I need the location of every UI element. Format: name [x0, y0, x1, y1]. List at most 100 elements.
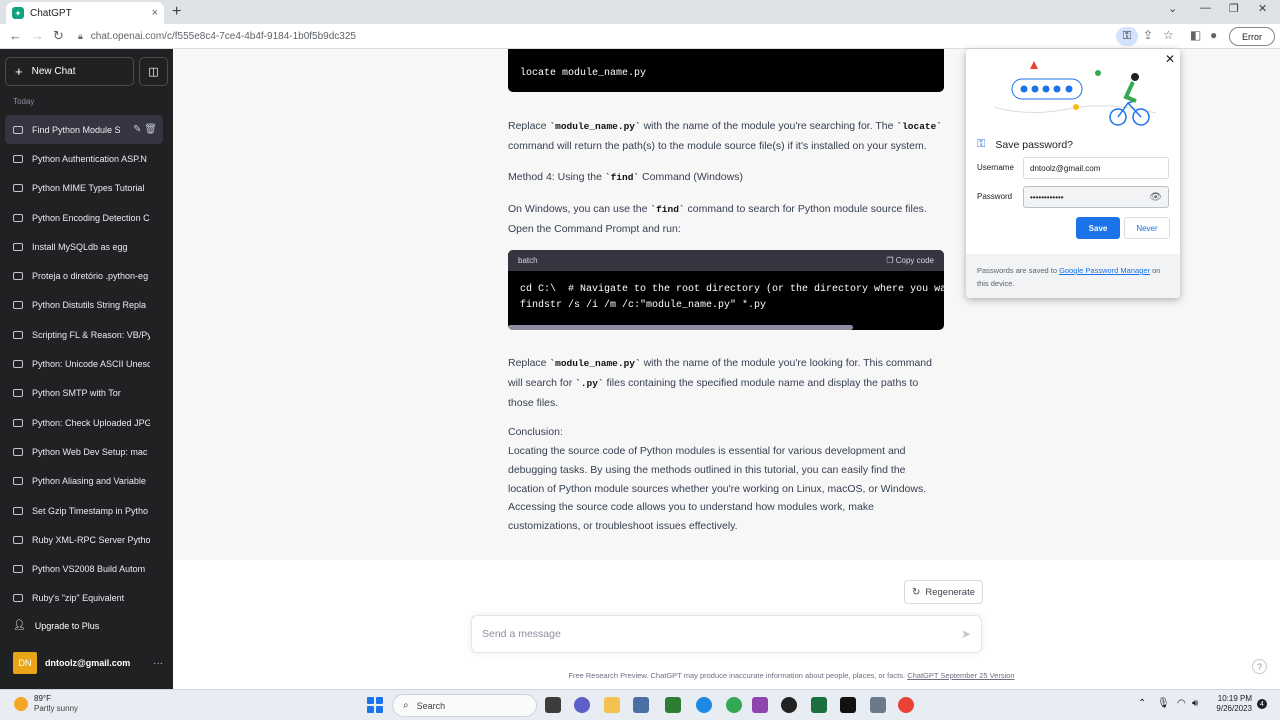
- tab-search-icon[interactable]: ⌄: [1168, 2, 1177, 15]
- forward-icon[interactable]: →: [31, 28, 44, 43]
- new-tab-button[interactable]: +: [172, 3, 181, 21]
- send-icon[interactable]: ➤: [961, 627, 971, 641]
- text: Method 4: Using the: [508, 171, 605, 183]
- profile-icon[interactable]: ●: [1210, 28, 1217, 42]
- bookmark-star-icon[interactable]: ☆: [1163, 28, 1174, 42]
- partly-sunny-icon: [14, 697, 28, 711]
- chat-item[interactable]: Scripting FL & Reason: VB/Py: [5, 320, 163, 349]
- chat-bubble-icon: [13, 447, 23, 456]
- start-button[interactable]: [367, 697, 383, 713]
- chat-item[interactable]: Python Encoding Detection C: [5, 203, 163, 232]
- chat-item[interactable]: Proteja o diretório .python-eg: [5, 261, 163, 290]
- chat-item[interactable]: Install MySQLdb as egg: [5, 232, 163, 261]
- chat-item[interactable]: Python VS2008 Build Autom: [5, 554, 163, 583]
- copy-code-button[interactable]: ❐ Copy code: [886, 256, 934, 265]
- microphone-icon[interactable]: 🎙︎: [1157, 698, 1170, 709]
- chat-bubble-icon: [13, 360, 23, 369]
- chat-item[interactable]: Ruby's "zip" Equivalent: [5, 584, 163, 613]
- notification-badge[interactable]: 4: [1257, 699, 1267, 709]
- chat-item[interactable]: Python: Check Uploaded JPG: [5, 408, 163, 437]
- text: Replace: [508, 357, 550, 369]
- upgrade-label: Upgrade to Plus: [34, 620, 100, 631]
- task-view-icon[interactable]: [545, 697, 561, 713]
- address-bar[interactable]: 🔒︎ chat.openai.com/c/f555e8c4-7ce4-4b4f-…: [72, 26, 1162, 47]
- app-icon[interactable]: [752, 697, 768, 713]
- username-label: Username: [977, 163, 1014, 172]
- chat-bubble-icon: [13, 125, 23, 134]
- paragraph-windows: On Windows, you can use the `find` comma…: [508, 200, 944, 239]
- chat-item[interactable]: Python Web Dev Setup: mac: [5, 437, 163, 466]
- chat-item[interactable]: Ruby XML-RPC Server Pytho: [5, 525, 163, 554]
- photos-app-icon[interactable]: [633, 697, 649, 713]
- message-input[interactable]: [482, 628, 961, 640]
- close-window-icon[interactable]: ✕: [1258, 2, 1267, 15]
- back-icon[interactable]: ←: [9, 28, 22, 43]
- error-button[interactable]: Error: [1229, 27, 1275, 46]
- toggle-sidebar-button[interactable]: ◫: [139, 57, 168, 86]
- terminal-icon[interactable]: [840, 697, 856, 713]
- weather-widget[interactable]: 89°F Partly sunny: [14, 694, 78, 714]
- close-tab-icon[interactable]: ×: [152, 7, 158, 19]
- upgrade-to-plus-button[interactable]: 👤︎ Upgrade to Plus: [13, 620, 99, 631]
- chat-item[interactable]: Python MIME Types Tutorial: [5, 174, 163, 203]
- never-button[interactable]: Never: [1124, 217, 1170, 239]
- file-explorer-icon[interactable]: [604, 697, 620, 713]
- app-icon[interactable]: [870, 697, 886, 713]
- chat-item[interactable]: Python: Unicode ASCII Unesc: [5, 349, 163, 378]
- show-password-eye-icon[interactable]: 👁︎: [1149, 192, 1162, 203]
- password-field[interactable]: •••••••••••• 👁︎: [1023, 186, 1169, 208]
- taskbar-search[interactable]: ⌕ Search: [392, 694, 537, 717]
- chat-item[interactable]: Python SMTP with Tor: [5, 379, 163, 408]
- app-icon[interactable]: [665, 697, 681, 713]
- text: On Windows, you can use the: [508, 203, 651, 215]
- minimize-icon[interactable]: —: [1200, 2, 1211, 14]
- chat-bubble-icon: [13, 594, 23, 603]
- chat-item[interactable]: Set Gzip Timestamp in Pytho: [5, 496, 163, 525]
- account-menu[interactable]: DN dntoolz@gmail.com ···: [13, 652, 163, 674]
- lock-icon: 🔒︎: [78, 31, 83, 41]
- restore-icon[interactable]: ❐: [1229, 2, 1239, 15]
- chat-item-label: Python: Unicode ASCII Unesc: [32, 359, 150, 370]
- teams-chat-icon[interactable]: [574, 697, 590, 713]
- browser-tab[interactable]: ✦ ChatGPT ×: [6, 2, 164, 24]
- save-button[interactable]: Save: [1076, 217, 1120, 239]
- show-hidden-icons-icon[interactable]: ⌃: [1138, 698, 1146, 709]
- paragraph-locate: Replace `module_name.py` with the name o…: [508, 117, 944, 156]
- chat-bubble-icon: [13, 272, 23, 281]
- chat-bubble-icon: [13, 535, 23, 544]
- code-scrollbar[interactable]: [508, 325, 853, 330]
- chat-item[interactable]: Python Authentication ASP.N: [5, 144, 163, 173]
- chrome-icon[interactable]: [898, 697, 914, 713]
- system-clock[interactable]: 10:19 PM 9/26/2023: [1208, 694, 1252, 714]
- chat-item-label: Python Aliasing and Variable: [32, 476, 146, 487]
- save-password-dialog: ✕ ⚿ Save password? Username dntoolz@gmai…: [966, 49, 1180, 298]
- wifi-icon[interactable]: ◠: [1177, 698, 1186, 709]
- more-options-icon[interactable]: ···: [153, 658, 163, 669]
- version-link[interactable]: ChatGPT September 25 Version: [907, 671, 1014, 680]
- chat-item[interactable]: Find Python Module S ✎ 🗑︎: [5, 115, 163, 145]
- reload-icon[interactable]: ↻: [53, 28, 64, 44]
- username-field[interactable]: dntoolz@gmail.com: [1023, 157, 1169, 179]
- sidebar: + New Chat ◫ Today Find Python Module S …: [0, 49, 173, 689]
- chat-item[interactable]: Python Aliasing and Variable: [5, 467, 163, 496]
- chat-bubble-icon: [13, 184, 23, 193]
- edit-delete-icons[interactable]: ✎ 🗑︎: [133, 124, 157, 135]
- conclusion-body: Locating the source code of Python modul…: [508, 445, 927, 533]
- inline-code: `find`: [604, 172, 640, 183]
- chat-item-label: Python Web Dev Setup: mac: [32, 446, 148, 457]
- volume-icon[interactable]: 🔊︎: [1192, 698, 1198, 709]
- app-icon[interactable]: [781, 697, 797, 713]
- password-manager-link[interactable]: Google Password Manager: [1059, 266, 1150, 275]
- chat-item[interactable]: Python Distutils String Repla: [5, 291, 163, 320]
- regenerate-button[interactable]: ↻ Regenerate: [904, 580, 983, 604]
- share-icon[interactable]: ⇪: [1143, 28, 1153, 42]
- chrome-profile-icon[interactable]: [696, 697, 712, 713]
- new-chat-button[interactable]: + New Chat: [5, 57, 134, 86]
- side-panel-icon[interactable]: ◧: [1190, 28, 1201, 42]
- chrome-profile-icon[interactable]: [726, 697, 742, 713]
- password-key-icon[interactable]: ⚿: [1116, 27, 1138, 46]
- chat-bubble-icon: [13, 154, 23, 163]
- close-icon[interactable]: ✕: [1165, 52, 1175, 66]
- excel-icon[interactable]: [811, 697, 827, 713]
- help-icon[interactable]: ?: [1252, 659, 1267, 674]
